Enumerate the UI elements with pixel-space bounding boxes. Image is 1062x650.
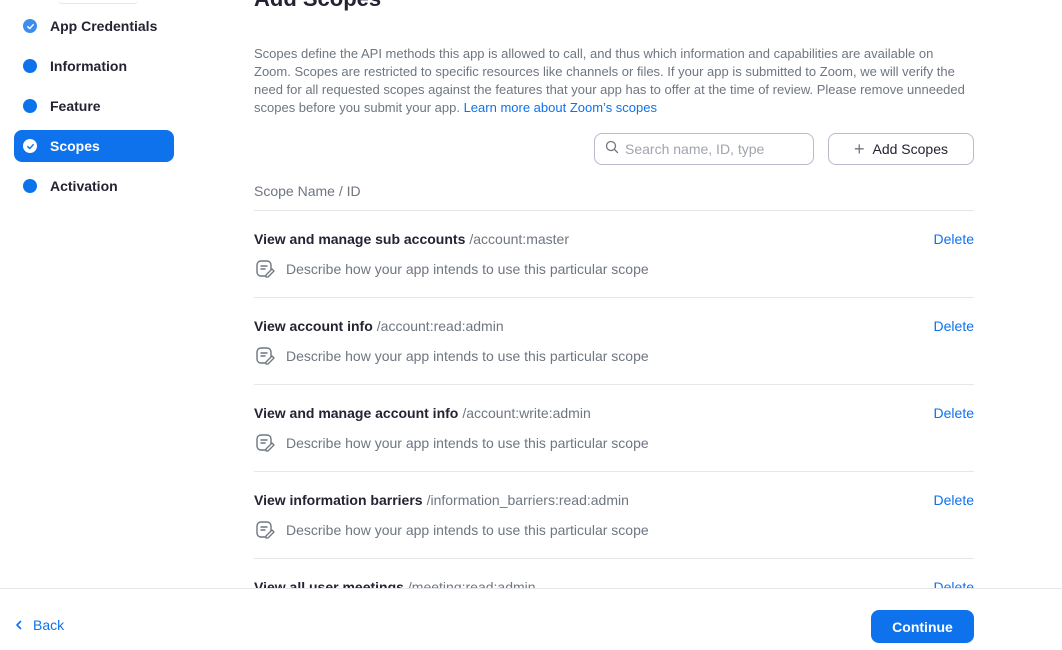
delete-scope-button[interactable]: Delete (934, 491, 974, 509)
sidebar-item-label: Information (50, 58, 127, 74)
scope-row: View and manage sub accounts/account:mas… (254, 211, 974, 298)
scope-title: View and manage sub accounts/account:mas… (254, 230, 569, 248)
scope-id: /information_barriers:read:admin (426, 492, 629, 508)
delete-scope-button[interactable]: Delete (934, 230, 974, 248)
scope-title: View account info/account:read:admin (254, 317, 504, 335)
back-label: Back (33, 617, 65, 633)
scope-row: View all user meetings/meeting:read:admi… (254, 559, 974, 588)
note-edit-icon (256, 434, 275, 452)
plus-icon: + (853, 139, 865, 159)
step-dot-icon (23, 59, 37, 73)
delete-scope-button[interactable]: Delete (934, 317, 974, 335)
step-dot-icon (23, 99, 37, 113)
scope-name: View all user meetings (254, 579, 404, 588)
scope-title: View and manage account info/account:wri… (254, 404, 591, 422)
scope-description-field[interactable]: Describe how your app intends to use thi… (254, 345, 649, 367)
search-icon (605, 140, 619, 159)
scope-row: View account info/account:read:admin Del… (254, 298, 974, 385)
scope-description-placeholder: Describe how your app intends to use thi… (286, 435, 649, 451)
sidebar-item-scopes[interactable]: Scopes (14, 130, 174, 162)
check-circle-icon (23, 19, 37, 33)
scope-description-field[interactable]: Describe how your app intends to use thi… (254, 519, 649, 541)
scope-title: View information barriers/information_ba… (254, 491, 629, 509)
scope-description-placeholder: Describe how your app intends to use thi… (286, 522, 649, 538)
chevron-left-icon (16, 620, 22, 630)
scope-id: /account:write:admin (462, 405, 591, 421)
scope-row: View information barriers/information_ba… (254, 472, 974, 559)
sidebar-item-label: Scopes (50, 138, 100, 154)
scope-title: View all user meetings/meeting:read:admi… (254, 578, 536, 588)
sidebar-item-label: App Credentials (50, 18, 158, 34)
note-edit-icon (256, 521, 275, 539)
learn-more-link[interactable]: Learn more about Zoom’s scopes (464, 100, 657, 115)
scope-description-placeholder: Describe how your app intends to use thi… (286, 261, 649, 277)
sidebar-item-activation[interactable]: Activation (14, 170, 174, 202)
sidebar-item-feature[interactable]: Feature (14, 90, 174, 122)
page-title: Add Scopes (254, 0, 381, 12)
search-input[interactable] (625, 141, 805, 157)
scope-search[interactable] (594, 133, 814, 165)
scope-id: /meeting:read:admin (407, 579, 536, 588)
add-scopes-label: Add Scopes (872, 141, 949, 157)
scope-id: /account:read:admin (376, 318, 504, 334)
column-header-scope-name: Scope Name / ID (254, 183, 361, 199)
scopes-intro: Scopes define the API methods this app i… (254, 45, 970, 117)
delete-scope-button[interactable]: Delete (934, 404, 974, 422)
scope-description-field[interactable]: Describe how your app intends to use thi… (254, 258, 649, 280)
sidebar-item-label: Feature (50, 98, 101, 114)
step-dot-icon (23, 179, 37, 193)
scope-name: View information barriers (254, 492, 423, 508)
note-edit-icon (256, 347, 275, 365)
scope-row: View and manage account info/account:wri… (254, 385, 974, 472)
step-sidebar: App Credentials Information Feature Scop… (0, 0, 200, 588)
scope-description-placeholder: Describe how your app intends to use thi… (286, 348, 649, 364)
sidebar-item-label: Activation (50, 178, 118, 194)
scope-name: View and manage sub accounts (254, 231, 466, 247)
scopes-panel: Add Scopes Scopes define the API methods… (254, 0, 974, 588)
sidebar-top-divider (58, 0, 138, 4)
continue-button[interactable]: Continue (871, 610, 974, 643)
scope-description-field[interactable]: Describe how your app intends to use thi… (254, 432, 649, 454)
scope-name: View and manage account info (254, 405, 459, 421)
check-circle-icon (23, 139, 37, 153)
note-edit-icon (256, 260, 275, 278)
sidebar-item-app-credentials[interactable]: App Credentials (14, 10, 174, 42)
add-scopes-button[interactable]: + Add Scopes (828, 133, 974, 165)
back-button[interactable]: Back (14, 617, 64, 633)
scope-name: View account info (254, 318, 373, 334)
delete-scope-button[interactable]: Delete (934, 578, 974, 588)
scope-id: /account:master (469, 231, 569, 247)
wizard-footer: Back Continue (0, 588, 1062, 650)
sidebar-item-information[interactable]: Information (14, 50, 174, 82)
